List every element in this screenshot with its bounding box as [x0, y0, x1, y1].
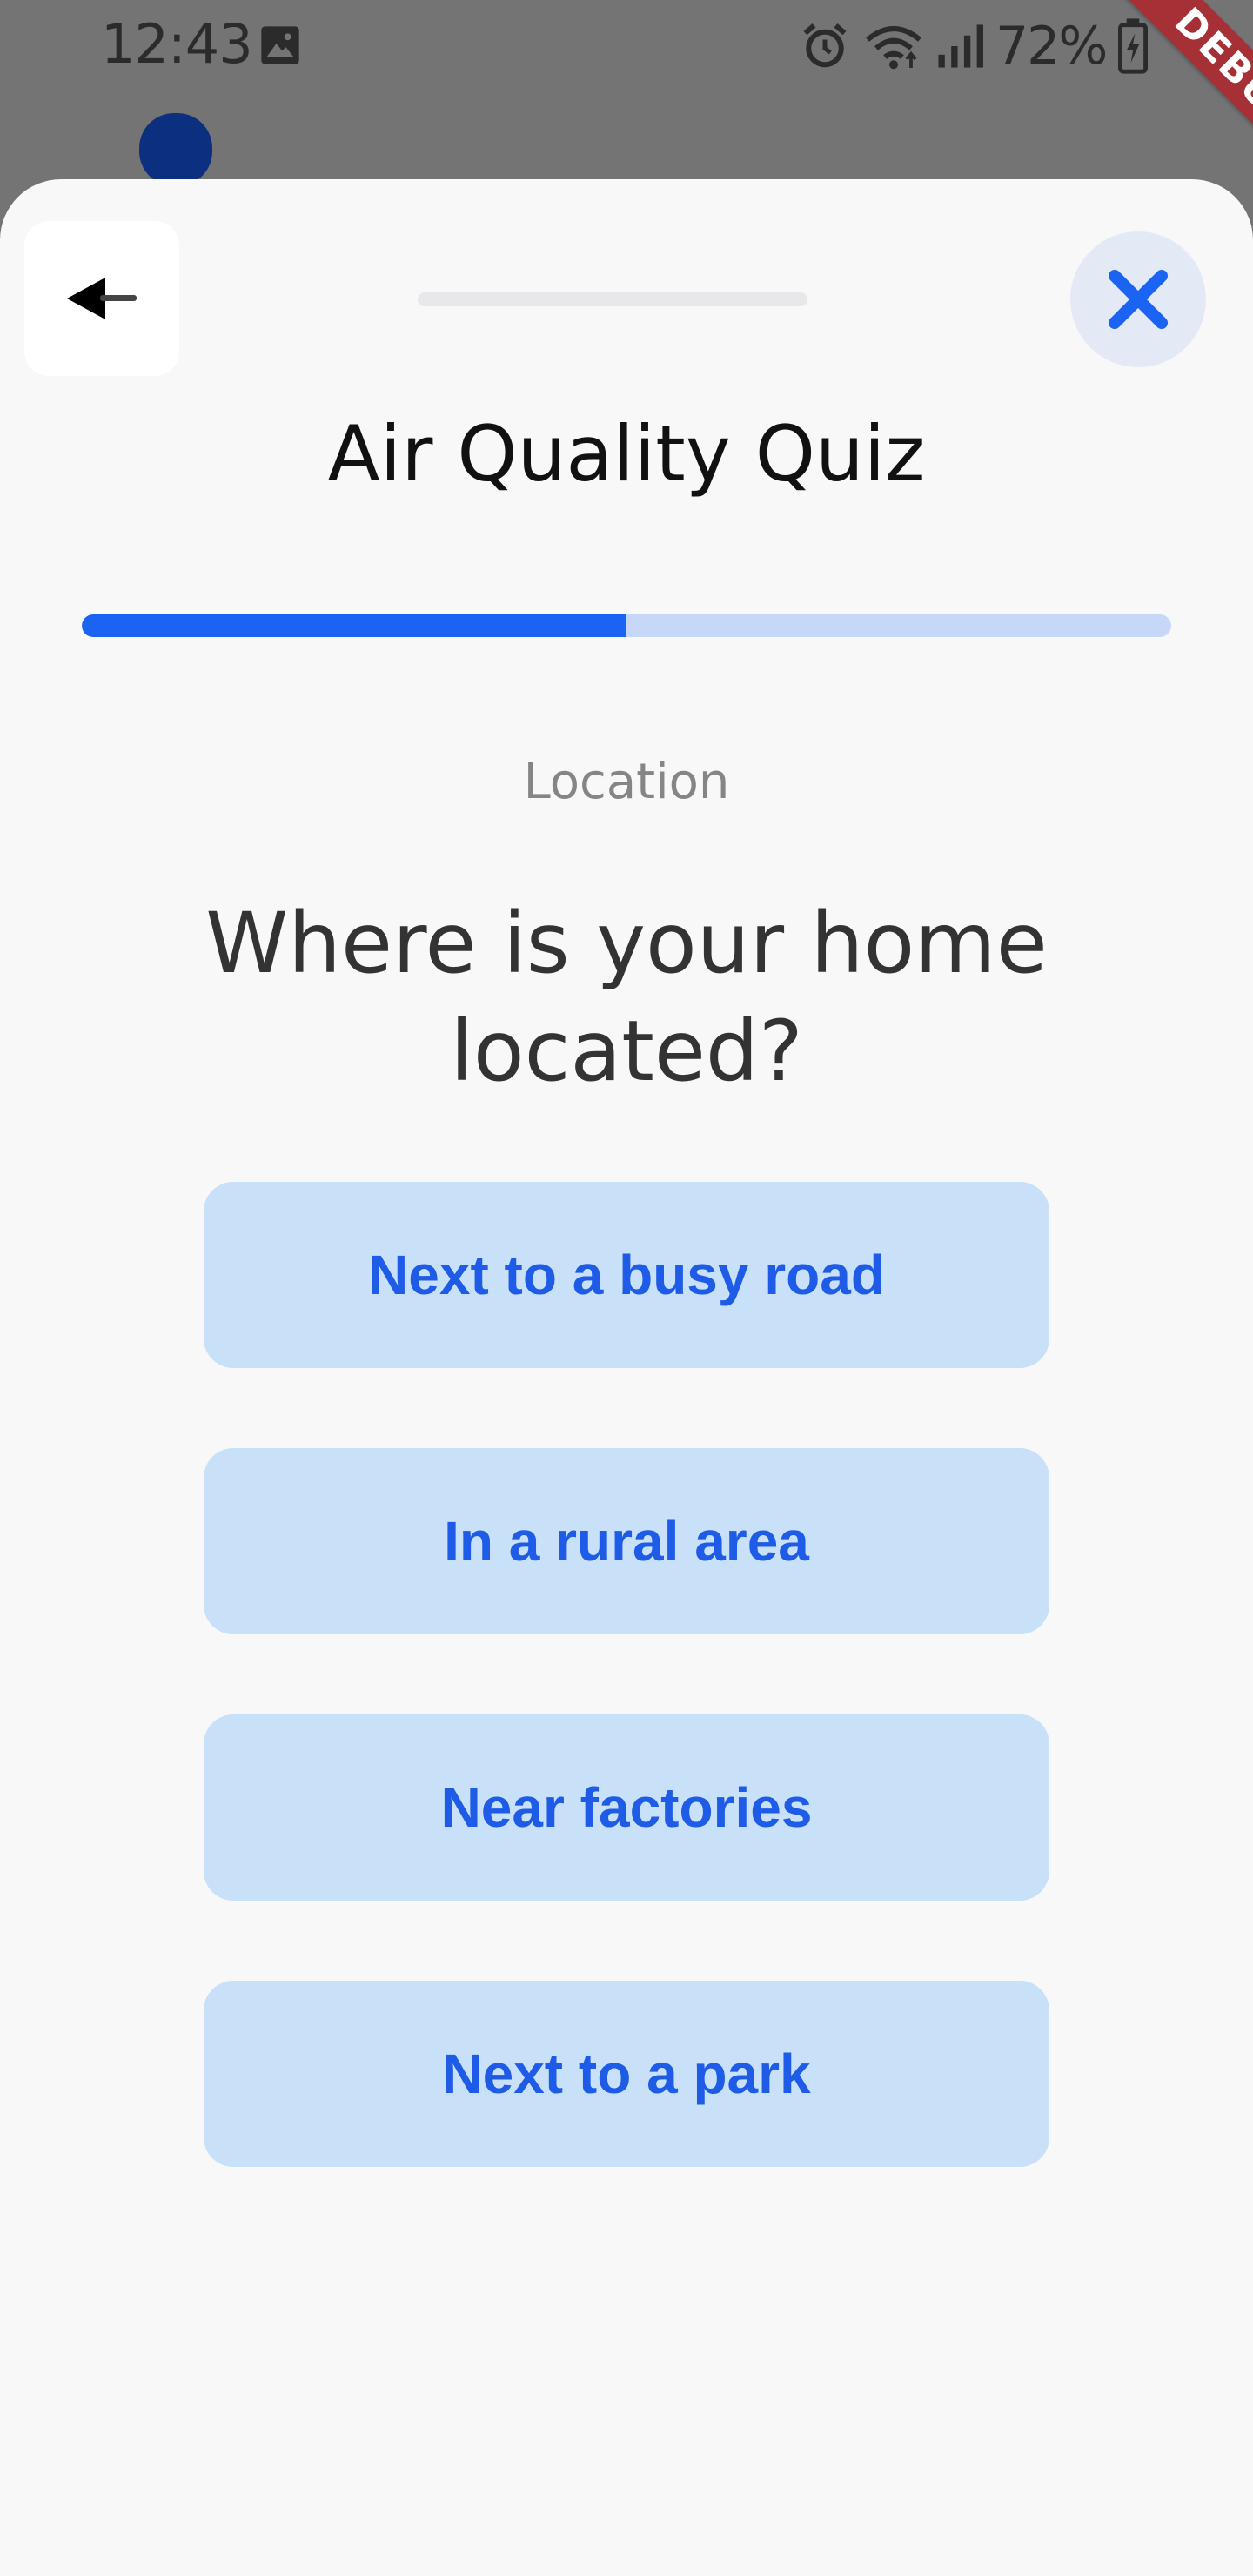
- question-text: Where is your home located?: [205, 895, 1048, 1100]
- progress-bar: [82, 614, 1171, 637]
- arrow-left-icon: [67, 278, 137, 319]
- battery-charging-icon: [1118, 18, 1149, 74]
- alarm-icon: [803, 23, 847, 68]
- answer-option-busy-road[interactable]: Next to a busy road: [204, 1182, 1049, 1368]
- back-button[interactable]: [24, 221, 179, 376]
- status-icons: 72%: [799, 16, 1149, 77]
- answer-label: Next to a busy road: [368, 1244, 885, 1306]
- answer-option-rural-area[interactable]: In a rural area: [204, 1448, 1049, 1634]
- drag-handle[interactable]: [418, 292, 807, 306]
- battery-percent: 72%: [995, 16, 1108, 77]
- close-x-icon: [1109, 270, 1168, 329]
- page-title: Air Quality Quiz: [327, 409, 926, 499]
- wifi-icon: [866, 26, 921, 70]
- status-bar: 12:43 72%: [0, 0, 1253, 91]
- question-category: Location: [523, 754, 730, 810]
- background-app-shape: [139, 113, 212, 186]
- answer-list: Next to a busy road In a rural area Near…: [204, 1182, 1049, 2247]
- answer-label: Next to a park: [442, 2043, 811, 2105]
- gallery-icon: [261, 26, 299, 64]
- answer-label: Near factories: [440, 1776, 813, 1839]
- answer-option-near-factories[interactable]: Near factories: [204, 1714, 1049, 1901]
- status-time: 12:43: [101, 12, 253, 76]
- signal-icon: [938, 24, 983, 68]
- quiz-sheet: Air Quality Quiz Location Where is your …: [0, 179, 1253, 2576]
- answer-label: In a rural area: [444, 1510, 809, 1573]
- answer-option-near-park[interactable]: Next to a park: [204, 1981, 1049, 2167]
- close-button[interactable]: [1070, 231, 1206, 367]
- progress-fill: [82, 614, 626, 637]
